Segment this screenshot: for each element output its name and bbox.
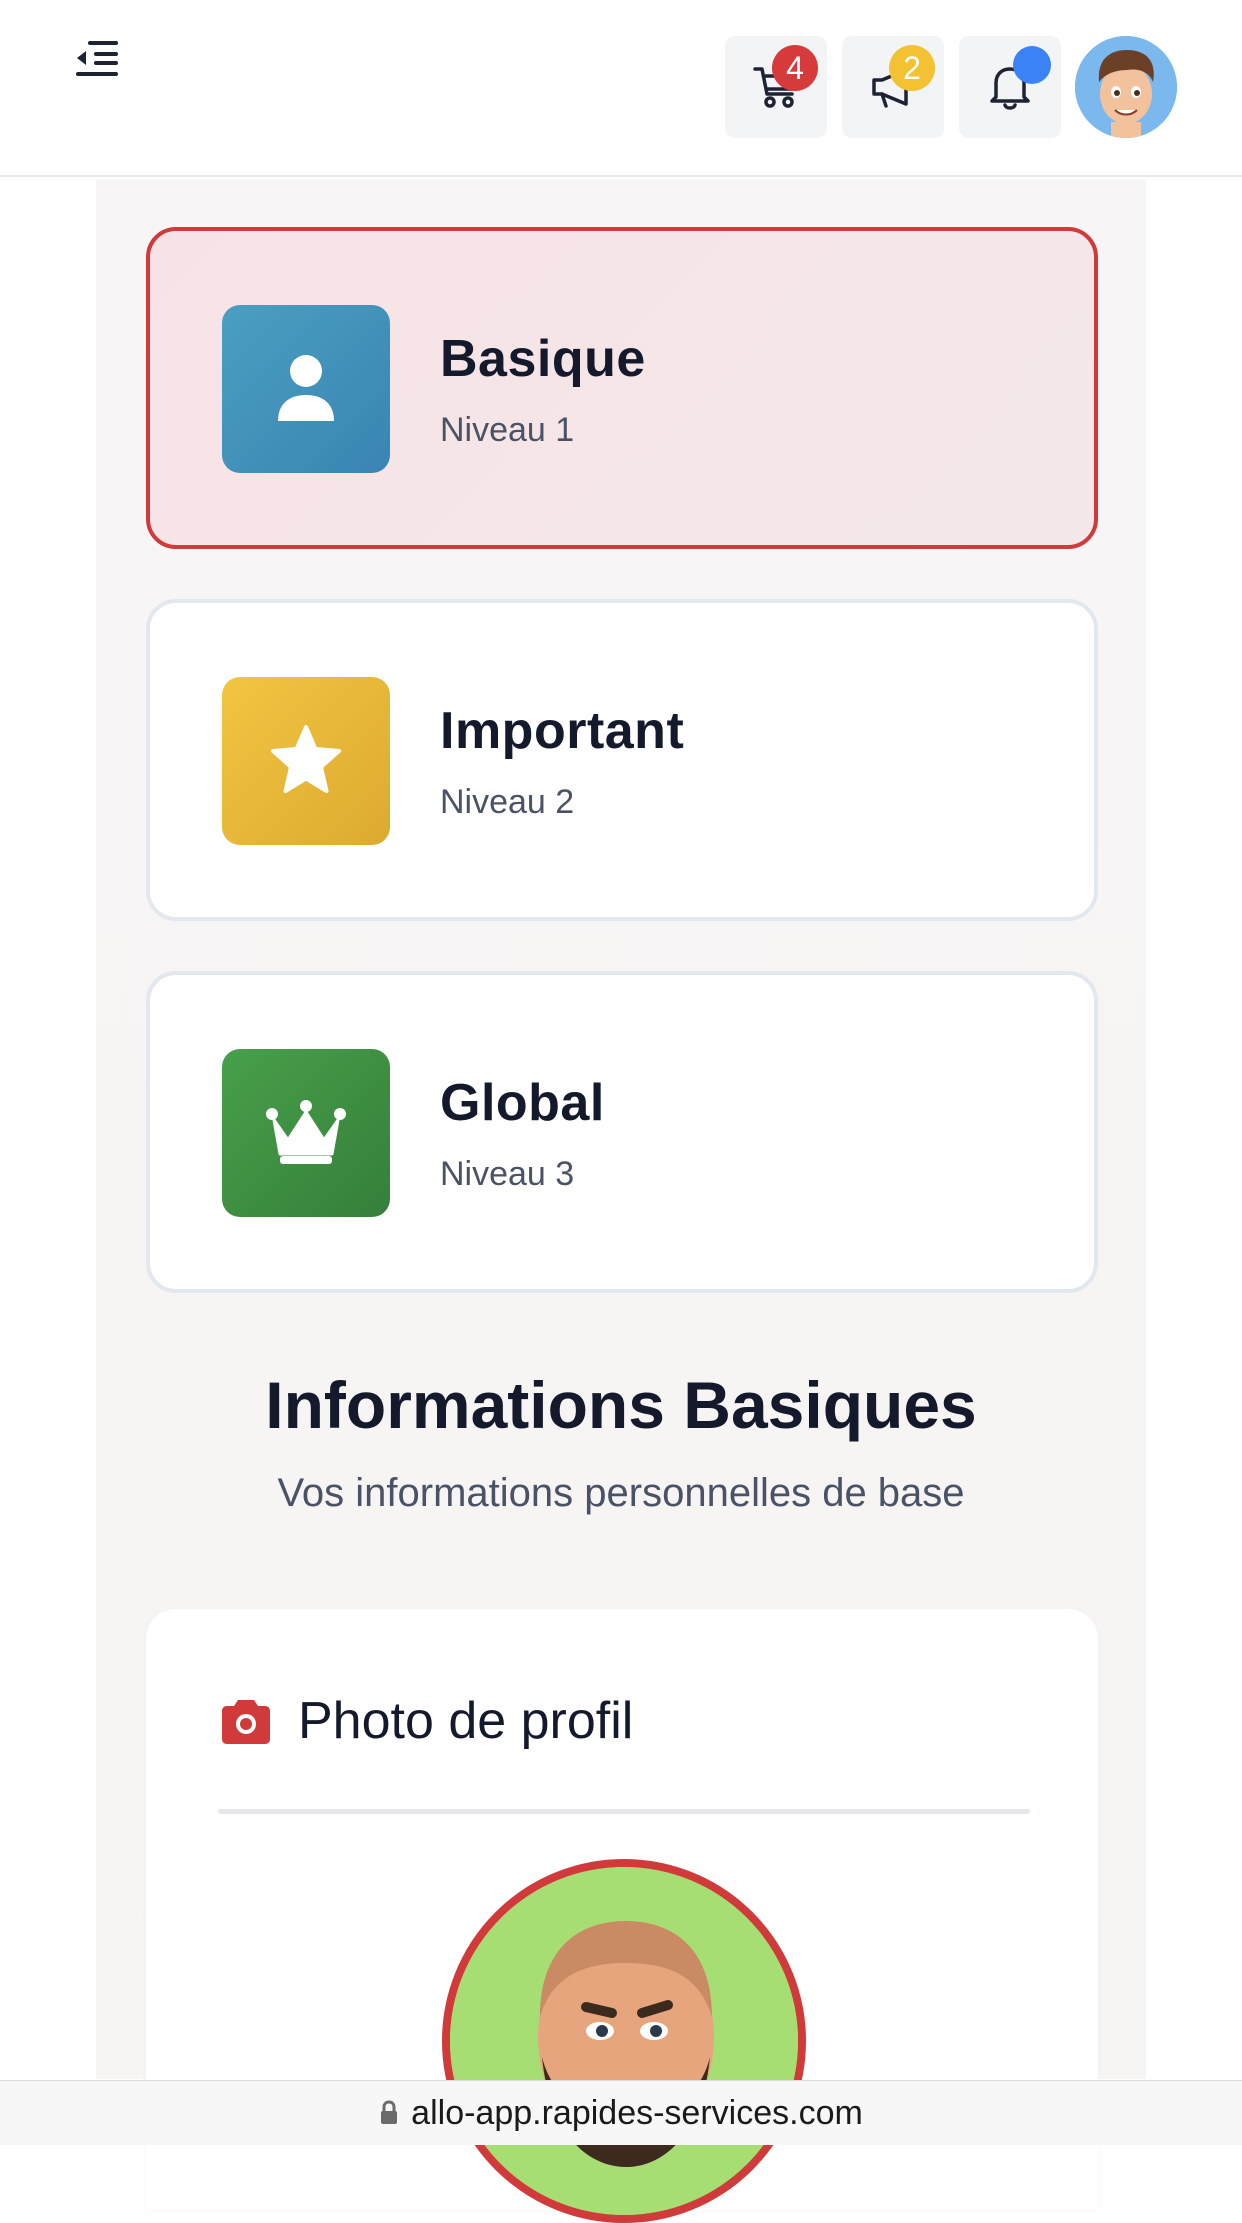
announcements-count-badge: 2 [889, 45, 935, 91]
camera-icon [222, 1700, 270, 1744]
announcements-button[interactable]: 2 [842, 36, 944, 138]
cart-count-badge: 4 [772, 45, 818, 91]
menu-toggle-button[interactable] [62, 30, 132, 86]
photo-card-header: Photo de profil [218, 1691, 633, 1751]
level-subtitle: Niveau 1 [440, 411, 575, 449]
star-icon [271, 725, 341, 793]
level-subtitle: Niveau 2 [440, 783, 575, 821]
user-avatar[interactable] [1075, 36, 1177, 138]
level-title: Global [440, 1074, 605, 1132]
level-icon-box [222, 677, 390, 845]
cart-button[interactable]: 4 [725, 36, 827, 138]
level-title: Basique [440, 330, 646, 388]
top-bar: 4 2 [0, 0, 1242, 177]
url-text: allo-app.rapides-services.com [411, 2093, 863, 2132]
level-card-global[interactable]: Global Niveau 3 [146, 971, 1098, 1293]
menu-collapse-icon [76, 41, 118, 76]
level-card-basique[interactable]: Basique Niveau 1 [146, 227, 1098, 549]
avatar-memoji-image [1075, 36, 1177, 138]
section-subtitle: Vos informations personnelles de base [277, 1471, 965, 1515]
level-card-important[interactable]: Important Niveau 2 [146, 599, 1098, 921]
notifications-button[interactable] [959, 36, 1061, 138]
lock-icon [381, 2100, 398, 2124]
divider [218, 1809, 1030, 1814]
main-content: Basique Niveau 1 Important Niveau 2 Glob… [96, 179, 1146, 2223]
level-icon-box [222, 1049, 390, 1217]
level-subtitle: Niveau 3 [440, 1155, 575, 1193]
photo-card-title: Photo de profil [298, 1692, 634, 1750]
notification-dot [1013, 46, 1051, 84]
user-icon [278, 355, 334, 421]
section-title: Informations Basiques [265, 1368, 977, 1442]
crown-icon [266, 1100, 346, 1164]
browser-url-bar[interactable]: allo-app.rapides-services.com [0, 2080, 1242, 2145]
profile-memoji-image [450, 1867, 798, 2215]
profile-photo[interactable] [442, 1859, 806, 2223]
level-title: Important [440, 702, 685, 760]
level-icon-box [222, 305, 390, 473]
